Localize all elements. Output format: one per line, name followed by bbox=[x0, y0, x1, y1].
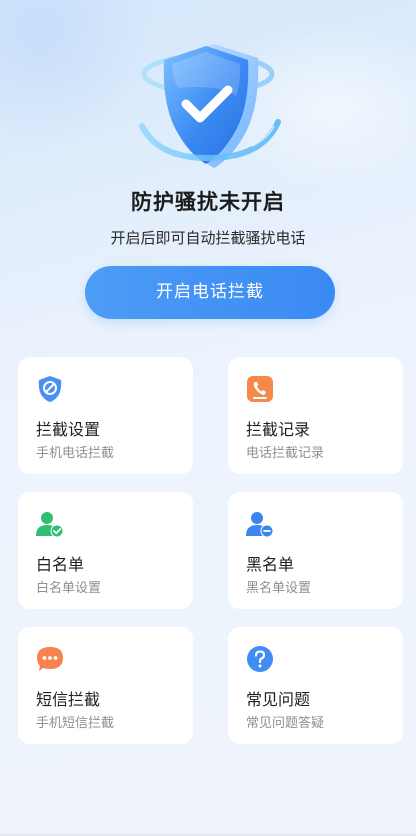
card-subtitle: 黑名单设置 bbox=[246, 581, 312, 596]
message-dots-icon bbox=[37, 647, 63, 671]
card-faq[interactable]: 常见问题 常见问题答疑 bbox=[228, 627, 403, 744]
card-title: 白名单 bbox=[36, 555, 85, 574]
enable-call-block-button[interactable]: 开启电话拦截 bbox=[85, 266, 335, 319]
card-title: 短信拦截 bbox=[36, 690, 101, 709]
card-block-records[interactable]: 拦截记录 电话拦截记录 bbox=[228, 357, 403, 474]
phone-record-icon bbox=[247, 376, 273, 402]
block-shield-icon bbox=[38, 376, 62, 402]
user-check-icon bbox=[36, 512, 64, 538]
shield-check-icon bbox=[139, 44, 281, 168]
card-title: 拦截设置 bbox=[36, 420, 101, 439]
card-blacklist[interactable]: 黑名单 黑名单设置 bbox=[228, 492, 403, 609]
card-block-settings[interactable]: 拦截设置 手机电话拦截 bbox=[18, 357, 193, 474]
card-subtitle: 常见问题答疑 bbox=[246, 716, 325, 731]
protection-status-subtitle: 开启后即可自动拦截骚扰电话 bbox=[110, 229, 306, 247]
question-icon bbox=[247, 646, 273, 672]
card-title: 拦截记录 bbox=[246, 420, 311, 439]
card-title: 常见问题 bbox=[246, 690, 311, 709]
protection-status-title: 防护骚扰未开启 bbox=[131, 190, 285, 214]
card-subtitle: 手机短信拦截 bbox=[36, 716, 115, 731]
card-subtitle: 手机电话拦截 bbox=[36, 446, 115, 461]
user-minus-icon bbox=[246, 512, 274, 538]
card-subtitle: 电话拦截记录 bbox=[246, 446, 325, 461]
card-sms-block[interactable]: 短信拦截 手机短信拦截 bbox=[18, 627, 193, 744]
card-subtitle: 白名单设置 bbox=[36, 581, 102, 596]
card-whitelist[interactable]: 白名单 白名单设置 bbox=[18, 492, 193, 609]
card-title: 黑名单 bbox=[246, 555, 295, 574]
